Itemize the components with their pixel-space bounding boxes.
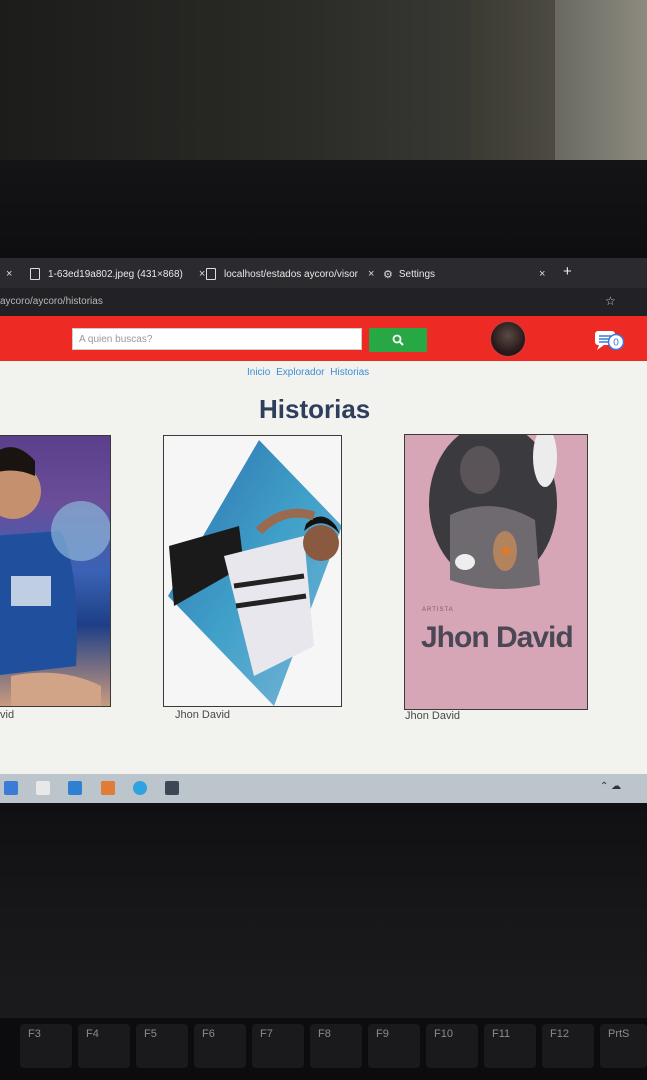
key-f4[interactable]: F4 bbox=[78, 1024, 130, 1068]
key-f3[interactable]: F3 bbox=[20, 1024, 72, 1068]
key-f12[interactable]: F12 bbox=[542, 1024, 594, 1068]
key-f6[interactable]: F6 bbox=[194, 1024, 246, 1068]
file-explorer-icon[interactable] bbox=[4, 781, 18, 795]
taskbar: ⌃ ☁ bbox=[0, 774, 647, 803]
close-icon[interactable]: × bbox=[199, 268, 205, 280]
tab-label: localhost/estados aycoro/visor bbox=[224, 268, 358, 280]
key-prtsc[interactable]: PrtS bbox=[600, 1024, 647, 1068]
tab-label: Settings bbox=[398, 268, 436, 280]
close-icon[interactable]: × bbox=[539, 268, 545, 280]
close-icon[interactable]: × bbox=[368, 268, 374, 280]
key-f11[interactable]: F11 bbox=[484, 1024, 536, 1068]
document-icon bbox=[206, 268, 216, 280]
story-card[interactable]: ARTISTA Jhon David bbox=[404, 434, 588, 710]
laptop-bezel-top bbox=[0, 160, 647, 260]
breadcrumb-inicio[interactable]: Inicio bbox=[247, 367, 270, 378]
key-f10[interactable]: F10 bbox=[426, 1024, 478, 1068]
new-tab-button[interactable]: + bbox=[563, 263, 572, 280]
system-tray-icon[interactable]: ⌃ ☁ bbox=[600, 781, 621, 792]
tab-jpeg[interactable]: 1-63ed19a802.jpeg (431×868) × bbox=[30, 264, 205, 284]
wall bbox=[555, 0, 647, 170]
gear-icon: ⚙ bbox=[383, 268, 393, 281]
search-input[interactable]: A quien buscas? bbox=[72, 328, 362, 350]
messages-icon[interactable]: 0 bbox=[594, 329, 624, 351]
story-card[interactable] bbox=[0, 435, 111, 707]
laptop-screen: × 1-63ed19a802.jpeg (431×868) × localhos… bbox=[0, 258, 647, 803]
story-thumbnail bbox=[168, 440, 341, 706]
key-f9[interactable]: F9 bbox=[368, 1024, 420, 1068]
site-header: A quien buscas? 0 bbox=[0, 316, 647, 361]
keyboard-function-row: F3 F4 F5 F6 F7 F8 F9 F10 F11 F12 PrtS bbox=[0, 1018, 647, 1080]
document-icon bbox=[30, 268, 40, 280]
favorite-star-icon[interactable]: ☆ bbox=[605, 294, 616, 308]
breadcrumb: Inicio Explorador Historias bbox=[247, 367, 372, 378]
search-button[interactable] bbox=[369, 328, 427, 352]
breadcrumb-historias[interactable]: Historias bbox=[330, 367, 369, 378]
story-author-name[interactable]: Jhon David bbox=[175, 709, 230, 721]
background-room bbox=[0, 0, 647, 170]
vscode-icon[interactable] bbox=[68, 781, 82, 795]
edge-icon[interactable] bbox=[133, 781, 147, 795]
page-title: Historias bbox=[259, 394, 371, 424]
tab-localhost[interactable]: localhost/estados aycoro/visor × bbox=[206, 264, 374, 284]
notes-icon[interactable] bbox=[36, 781, 50, 795]
breadcrumb-explorador[interactable]: Explorador bbox=[276, 367, 324, 378]
door bbox=[470, 0, 560, 170]
terminal-icon[interactable] bbox=[165, 781, 179, 795]
close-icon[interactable]: × bbox=[6, 268, 12, 280]
artist-label: ARTISTA bbox=[422, 607, 454, 613]
browser-tab-bar: × 1-63ed19a802.jpeg (431×868) × localhos… bbox=[0, 258, 647, 288]
address-bar[interactable]: aycoro/aycoro/historias ☆ bbox=[0, 288, 647, 316]
story-author-name[interactable]: vid bbox=[0, 709, 14, 721]
artist-name: Jhon David bbox=[421, 621, 574, 654]
story-thumbnail bbox=[0, 447, 110, 706]
key-f7[interactable]: F7 bbox=[252, 1024, 304, 1068]
story-card[interactable] bbox=[163, 435, 342, 707]
tab-settings[interactable]: ⚙ Settings × bbox=[383, 264, 545, 284]
key-f5[interactable]: F5 bbox=[136, 1024, 188, 1068]
key-f8[interactable]: F8 bbox=[310, 1024, 362, 1068]
url-text[interactable]: aycoro/aycoro/historias bbox=[0, 296, 103, 307]
story-author-name[interactable]: Jhon David bbox=[405, 710, 460, 722]
message-count-badge: 0 bbox=[613, 338, 619, 349]
xampp-icon[interactable] bbox=[101, 781, 115, 795]
tab-label: 1-63ed19a802.jpeg (431×868) bbox=[48, 268, 183, 280]
story-thumbnail bbox=[429, 435, 557, 589]
tab-previous[interactable]: × bbox=[6, 264, 12, 284]
avatar[interactable] bbox=[489, 320, 527, 358]
search-icon bbox=[392, 334, 404, 346]
